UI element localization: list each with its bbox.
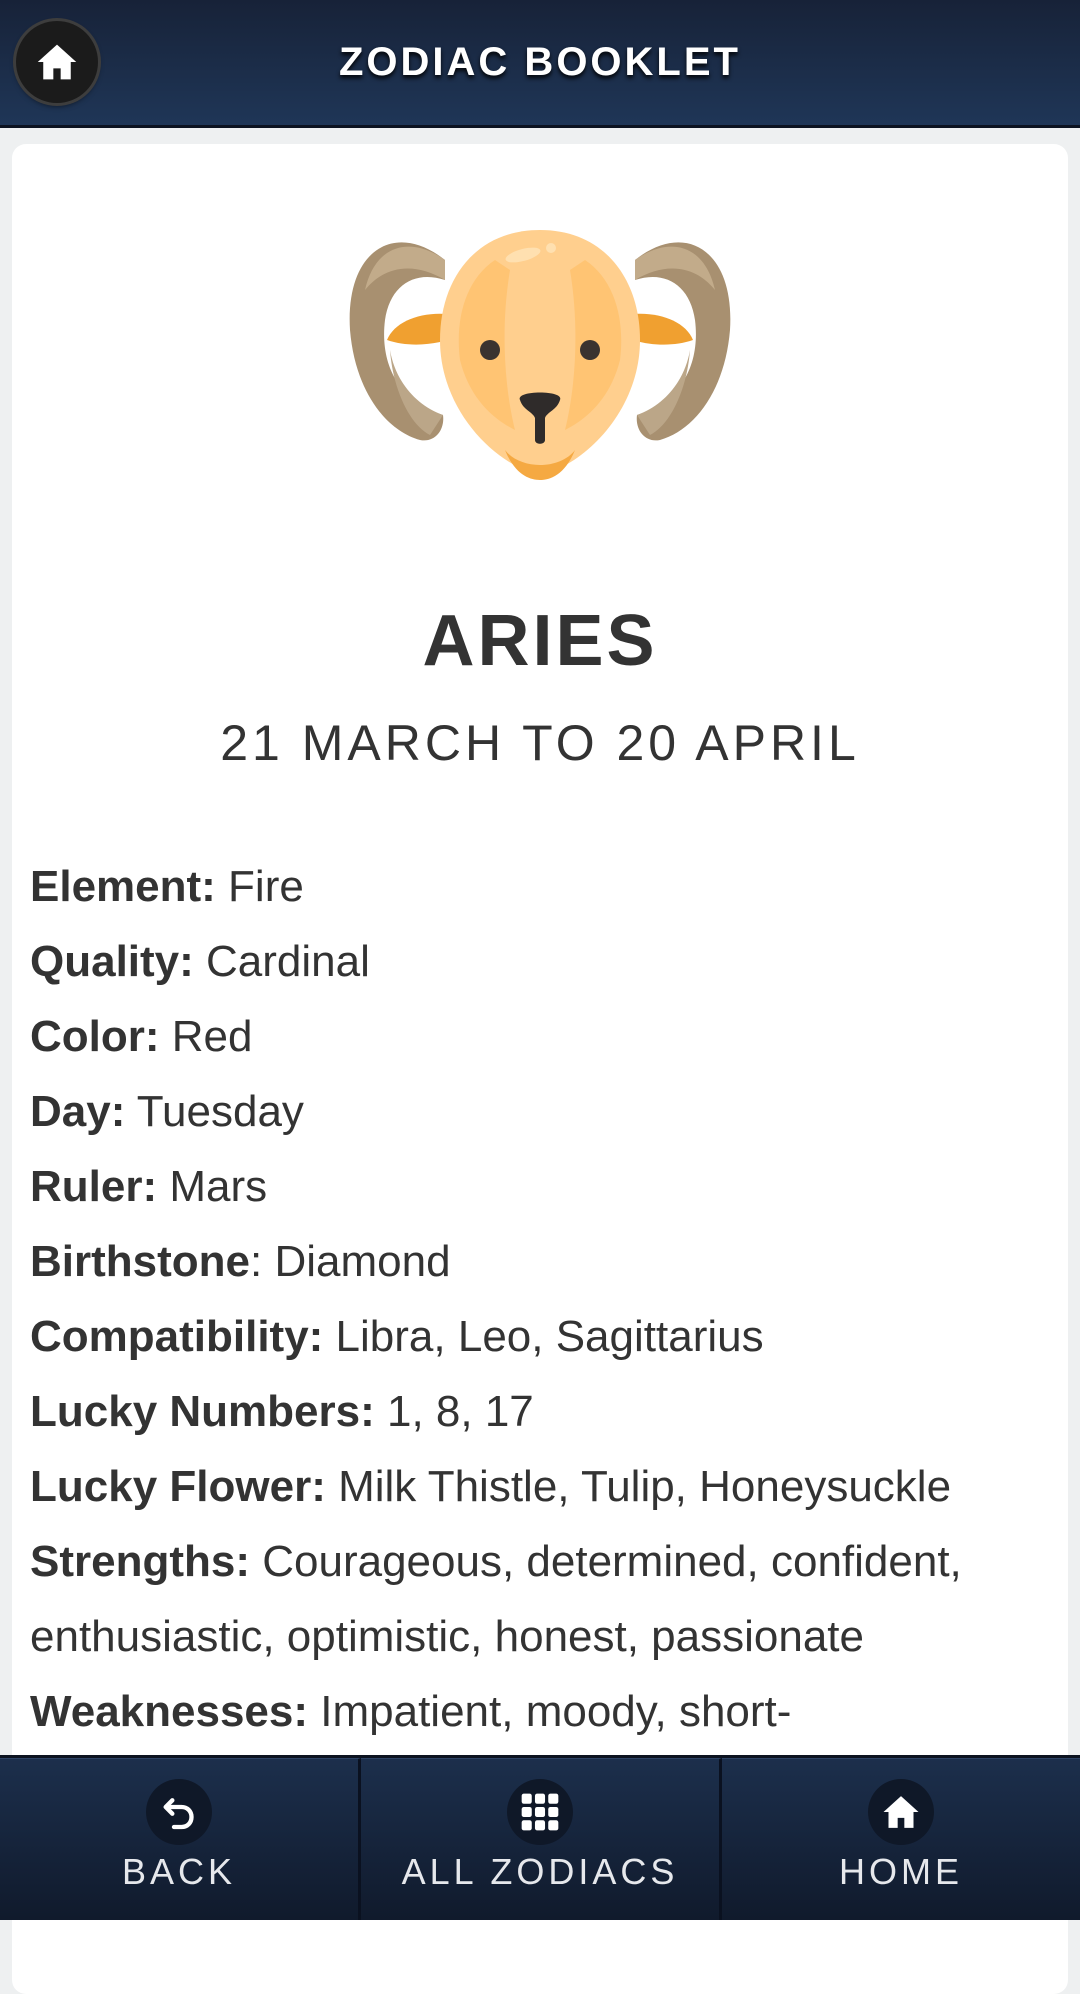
- detail-label: Weaknesses:: [30, 1687, 309, 1736]
- detail-value: Cardinal: [193, 937, 370, 986]
- detail-label: Compatibility:: [30, 1312, 324, 1361]
- detail-weaknesses: Weaknesses: Impatient, moody, short-: [30, 1674, 1050, 1749]
- ram-head-icon: [349, 230, 731, 480]
- home-icon: [868, 1779, 934, 1845]
- detail-value: Libra, Leo, Sagittarius: [323, 1312, 764, 1361]
- header-home-button[interactable]: [16, 21, 98, 103]
- app-header: ZODIAC BOOKLET: [0, 0, 1080, 128]
- detail-lucky-numbers: Lucky Numbers: 1, 8, 17: [30, 1374, 1050, 1449]
- detail-strengths: Strengths: Courageous, determined, confi…: [30, 1524, 1050, 1674]
- detail-compatibility: Compatibility: Libra, Leo, Sagittarius: [30, 1299, 1050, 1374]
- detail-quality: Quality: Cardinal: [30, 924, 1050, 999]
- detail-label: Birthstone: [30, 1237, 250, 1286]
- detail-value: 1, 8, 17: [374, 1387, 534, 1436]
- all-zodiacs-button[interactable]: ALL ZODIACS: [361, 1758, 722, 1920]
- detail-value: Tuesday: [125, 1087, 304, 1136]
- all-zodiacs-label: ALL ZODIACS: [401, 1851, 679, 1892]
- undo-icon: [146, 1779, 212, 1845]
- home-button[interactable]: HOME: [722, 1758, 1080, 1920]
- detail-label: Strengths:: [30, 1537, 250, 1586]
- detail-ruler: Ruler: Mars: [30, 1149, 1050, 1224]
- detail-value: Milk Thistle, Tulip, Honeysuckle: [325, 1462, 952, 1511]
- detail-label: Lucky Numbers:: [30, 1387, 375, 1436]
- sign-dates: 21 MARCH TO 20 APRIL: [220, 715, 860, 771]
- detail-label: Ruler:: [30, 1162, 158, 1211]
- detail-label: Lucky Flower:: [30, 1462, 326, 1511]
- detail-label: Day:: [30, 1087, 126, 1136]
- detail-value: Impatient, moody, short-: [308, 1687, 792, 1736]
- detail-element: Element: Fire: [30, 849, 1050, 924]
- detail-lucky-flower: Lucky Flower: Milk Thistle, Tulip, Honey…: [30, 1449, 1050, 1524]
- bottom-nav: BACK ALL ZODIACS HOME: [0, 1755, 1080, 1920]
- detail-birthstone: Birthstone: Diamond: [30, 1224, 1050, 1299]
- detail-value: Red: [159, 1012, 253, 1061]
- sign-name: ARIES: [422, 601, 658, 681]
- detail-value: Fire: [215, 862, 304, 911]
- detail-label: Quality:: [30, 937, 194, 986]
- detail-value: : Diamond: [250, 1237, 451, 1286]
- grid-icon: [507, 1779, 573, 1845]
- detail-label: Element:: [30, 862, 216, 911]
- detail-label: Color:: [30, 1012, 160, 1061]
- detail-day: Day: Tuesday: [30, 1074, 1050, 1149]
- detail-color: Color: Red: [30, 999, 1050, 1074]
- sign-details: Element: Fire Quality: Cardinal Color: R…: [30, 849, 1050, 1749]
- detail-value: Mars: [157, 1162, 268, 1211]
- back-label: BACK: [121, 1851, 237, 1892]
- home-label: HOME: [839, 1851, 963, 1892]
- back-button[interactable]: BACK: [0, 1758, 361, 1920]
- home-icon: [37, 44, 77, 80]
- app-title: ZODIAC BOOKLET: [339, 40, 741, 84]
